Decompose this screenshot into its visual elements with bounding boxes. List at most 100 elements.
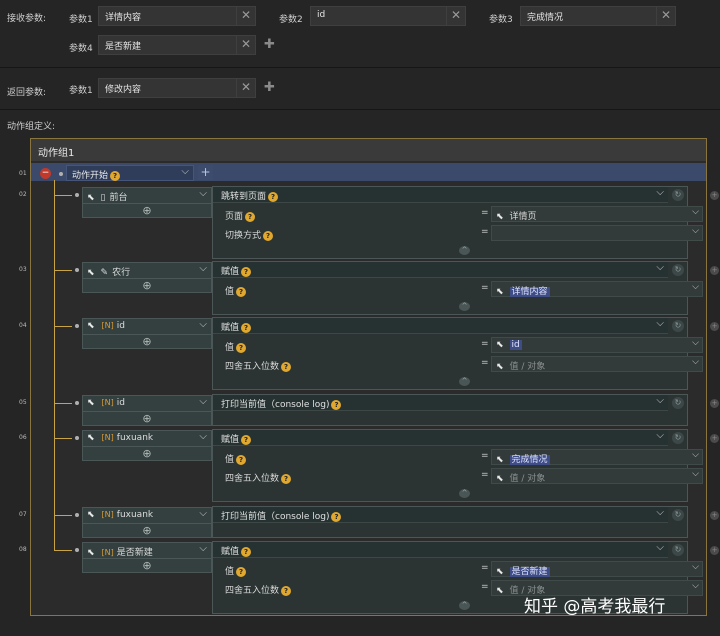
action-panel-row-02: 跳转到页面? ⌵ ↻ 页面? = ⬉ 详情页 ⌵ 切换方式? = ⌵ ^ xyxy=(212,186,703,259)
prop-label: 页面 xyxy=(225,212,244,222)
side-add-icon[interactable]: + xyxy=(710,322,719,331)
refresh-icon[interactable]: ↻ xyxy=(672,189,684,201)
target-select-row-07[interactable]: ⬉ [N] fuxuank ⌵ xyxy=(82,507,212,524)
add-sub-row[interactable]: ⊕ xyxy=(82,203,212,218)
variable-icon: [N] xyxy=(101,398,114,407)
refresh-icon[interactable]: ↻ xyxy=(672,397,684,409)
drag-handle[interactable] xyxy=(59,172,63,176)
value-select[interactable]: ⬉ 详情内容 ⌵ xyxy=(491,281,703,297)
prop-label: 值 xyxy=(225,455,235,465)
add-sub-row[interactable]: ⊕ xyxy=(82,278,212,293)
side-add-icon[interactable]: + xyxy=(710,266,719,275)
close-icon[interactable]: ✕ xyxy=(446,6,466,26)
target-select-row-08[interactable]: ⬉ [N] 是否新建 ⌵ xyxy=(82,542,212,559)
variable-icon: [N] xyxy=(101,548,114,557)
prop-label: 四舍五入位数 xyxy=(225,362,280,372)
chevron-down-icon: ⌵ xyxy=(199,188,207,199)
prop-label: 四舍五入位数 xyxy=(225,474,280,484)
side-add-icon[interactable]: + xyxy=(710,434,719,443)
collapse-icon[interactable]: ^ xyxy=(459,302,470,311)
collapse-icon[interactable]: ^ xyxy=(459,377,470,386)
action-label: 打印当前值（console log) xyxy=(221,400,330,410)
switch-mode-select[interactable]: ⌵ xyxy=(491,225,703,241)
value-select[interactable]: ⬉ id ⌵ xyxy=(491,337,703,353)
value-select[interactable]: ⬉ 是否新建 ⌵ xyxy=(491,561,703,577)
cursor-icon: ⬉ xyxy=(87,193,95,203)
refresh-icon[interactable]: ↻ xyxy=(672,264,684,276)
add-sub-row[interactable]: ⊕ xyxy=(82,411,212,426)
page-select[interactable]: ⬉ 详情页 ⌵ xyxy=(491,206,703,222)
return-params-label: 返回参数: xyxy=(7,88,47,98)
group-definition-label: 动作组定义: xyxy=(7,122,56,132)
collapse-icon[interactable]: ^ xyxy=(459,489,470,498)
row-number: 06 xyxy=(19,434,27,441)
drag-handle[interactable] xyxy=(75,436,79,440)
receive-param-1-input[interactable]: 详情内容 xyxy=(98,6,237,26)
action-select[interactable]: 赋值? ⌵ xyxy=(213,262,668,278)
action-select[interactable]: 赋值? ⌵ xyxy=(213,318,668,334)
target-select-row-03[interactable]: ⬉ ✎ 农行 ⌵ xyxy=(82,262,212,279)
side-add-icon[interactable]: + xyxy=(710,511,719,520)
add-sub-row[interactable]: ⊕ xyxy=(82,446,212,461)
collapse-icon[interactable]: ^ xyxy=(459,246,470,255)
drag-handle[interactable] xyxy=(75,193,79,197)
drag-handle[interactable] xyxy=(75,513,79,517)
side-add-icon[interactable]: + xyxy=(710,191,719,200)
action-select[interactable]: 打印当前值（console log)? ⌵ xyxy=(213,395,668,411)
question-icon[interactable]: ? xyxy=(268,191,279,202)
drag-handle[interactable] xyxy=(75,324,79,328)
target-select-row-06[interactable]: ⬉ [N] fuxuank ⌵ xyxy=(82,430,212,447)
action-label: 赋值 xyxy=(221,323,240,333)
add-param-icon[interactable]: ✚ xyxy=(264,38,275,51)
refresh-icon[interactable]: ↻ xyxy=(672,544,684,556)
drag-handle[interactable] xyxy=(75,268,79,272)
question-icon[interactable]: ? xyxy=(263,230,274,241)
add-sub-row[interactable]: ⊕ xyxy=(82,558,212,573)
side-add-icon[interactable]: + xyxy=(710,546,719,555)
drag-handle[interactable] xyxy=(75,548,79,552)
side-add-icon[interactable]: + xyxy=(710,399,719,408)
round-digits-select[interactable]: ⬉ 值 / 对象 ⌵ xyxy=(491,356,703,372)
refresh-icon[interactable]: ↻ xyxy=(672,320,684,332)
action-select[interactable]: 打印当前值（console log)? ⌵ xyxy=(213,507,668,523)
action-select[interactable]: 跳转到页面? ⌵ xyxy=(213,187,668,203)
receive-param-2-input[interactable]: id xyxy=(310,6,447,26)
close-icon[interactable]: ✕ xyxy=(236,6,256,26)
row-number: 05 xyxy=(19,399,27,406)
question-icon[interactable]: ? xyxy=(245,211,256,222)
receive-param-1-name: 参数1 xyxy=(69,15,93,25)
close-icon[interactable]: ✕ xyxy=(236,78,256,98)
action-label: 赋值 xyxy=(221,267,240,277)
flow-line xyxy=(54,180,55,550)
add-return-param-icon[interactable]: ✚ xyxy=(264,81,275,94)
receive-param-3-input[interactable]: 完成情况 xyxy=(520,6,657,26)
round-digits-select[interactable]: ⬉ 值 / 对象 ⌵ xyxy=(491,468,703,484)
action-select[interactable]: 赋值? ⌵ xyxy=(213,430,668,446)
action-start-select[interactable]: 动作开始? ⌵ xyxy=(66,165,194,181)
collapse-icon[interactable]: ^ xyxy=(459,601,470,610)
receive-param-3-name: 参数3 xyxy=(489,15,513,25)
refresh-icon[interactable]: ↻ xyxy=(672,432,684,444)
target-select-row-04[interactable]: ⬉ [N] id ⌵ xyxy=(82,318,212,335)
return-param-1-input[interactable]: 修改内容 xyxy=(98,78,237,98)
remove-icon[interactable]: − xyxy=(40,168,51,179)
action-panel-row-07: 打印当前值（console log)? ⌵ ↻ xyxy=(212,506,688,538)
action-start-label: 动作开始 xyxy=(72,171,109,181)
target-select-row-02[interactable]: ⬉ ▯ 前台 ⌵ xyxy=(82,187,212,204)
row-number: 07 xyxy=(19,511,27,518)
close-icon[interactable]: ✕ xyxy=(236,35,256,55)
receive-param-4-input[interactable]: 是否新建 xyxy=(98,35,237,55)
close-icon[interactable]: ✕ xyxy=(656,6,676,26)
add-sub-row[interactable]: ⊕ xyxy=(82,334,212,349)
row-number: 08 xyxy=(19,546,27,553)
target-label: 前台 xyxy=(109,193,128,203)
refresh-icon[interactable]: ↻ xyxy=(672,509,684,521)
drag-handle[interactable] xyxy=(75,401,79,405)
value-select[interactable]: ⬉ 完成情况 ⌵ xyxy=(491,449,703,465)
add-action-button[interactable]: + xyxy=(198,165,213,180)
action-label: 赋值 xyxy=(221,547,240,557)
add-sub-row[interactable]: ⊕ xyxy=(82,523,212,538)
action-select[interactable]: 赋值? ⌵ xyxy=(213,542,668,558)
target-select-row-05[interactable]: ⬉ [N] id ⌵ xyxy=(82,395,212,412)
question-icon[interactable]: ? xyxy=(110,170,121,181)
